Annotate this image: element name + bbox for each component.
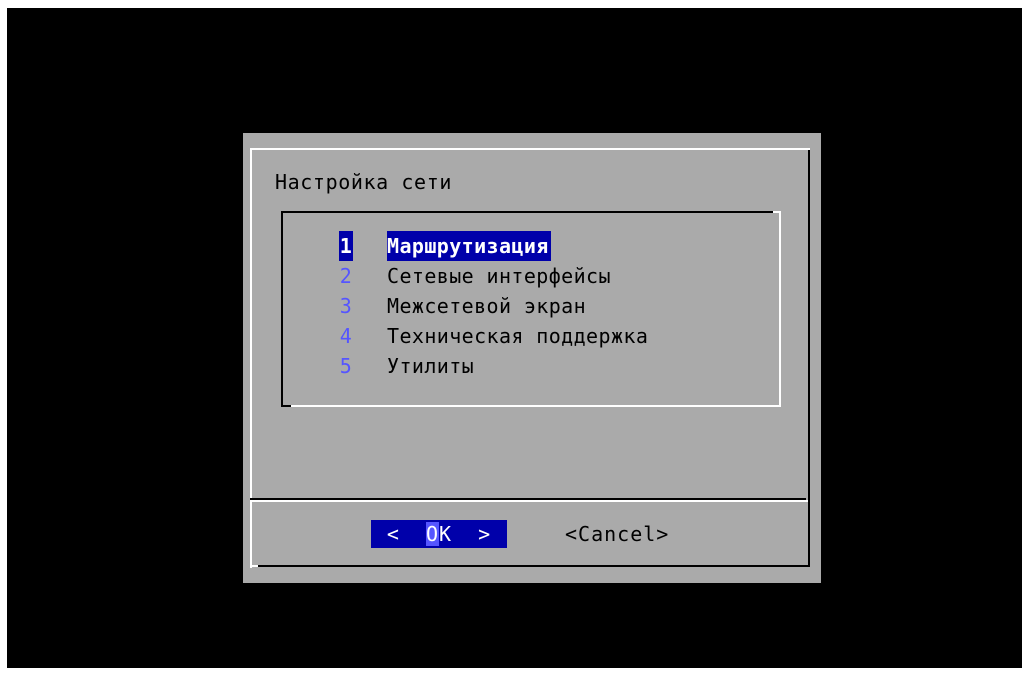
menu-item-hotkey: 3 — [339, 294, 353, 318]
list-box-border — [289, 405, 781, 407]
list-box-border — [281, 211, 283, 407]
ok-bracket-left: < — [386, 522, 400, 546]
terminal-screen: Настройка сети 1 Маршрутизация 2 Сетевые… — [7, 8, 1022, 668]
button-separator — [252, 500, 808, 502]
menu-item-label: Техническая поддержка — [387, 324, 649, 348]
menu-item-hotkey: 1 — [339, 231, 353, 261]
list-box-border — [281, 405, 291, 407]
menu-item-hotkey: 4 — [339, 324, 353, 348]
list-box-border — [281, 211, 779, 213]
menu-item-hotkey: 5 — [339, 354, 353, 378]
ok-bracket-right: > — [478, 522, 492, 546]
dialog-frame-top — [250, 148, 806, 150]
menu-item-label: Утилиты — [387, 354, 475, 378]
menu-item-label: Межсетевой экран — [387, 294, 587, 318]
dialog-frame-left — [250, 148, 252, 568]
menu-item-label: Сетевые интерфейсы — [387, 264, 611, 288]
dialog-frame-corner — [804, 148, 810, 150]
menu-item-label: Маршрутизация — [387, 231, 551, 261]
dialog-frame-right — [808, 148, 810, 566]
dialog-frame-bottom — [253, 565, 810, 567]
list-box-border — [779, 213, 781, 407]
ok-hotkey: O — [425, 522, 439, 546]
button-bar: < OK > <Cancel> — [243, 520, 821, 550]
network-settings-dialog: Настройка сети 1 Маршрутизация 2 Сетевые… — [243, 133, 821, 583]
dialog-title: Настройка сети — [275, 170, 452, 194]
menu-item-hotkey: 2 — [339, 264, 353, 288]
ok-button[interactable]: < OK > — [371, 520, 507, 548]
cancel-button[interactable]: <Cancel> — [565, 520, 669, 548]
ok-label-rest: K — [439, 522, 453, 546]
list-box-border — [773, 211, 781, 213]
dialog-frame-corner — [250, 565, 258, 567]
